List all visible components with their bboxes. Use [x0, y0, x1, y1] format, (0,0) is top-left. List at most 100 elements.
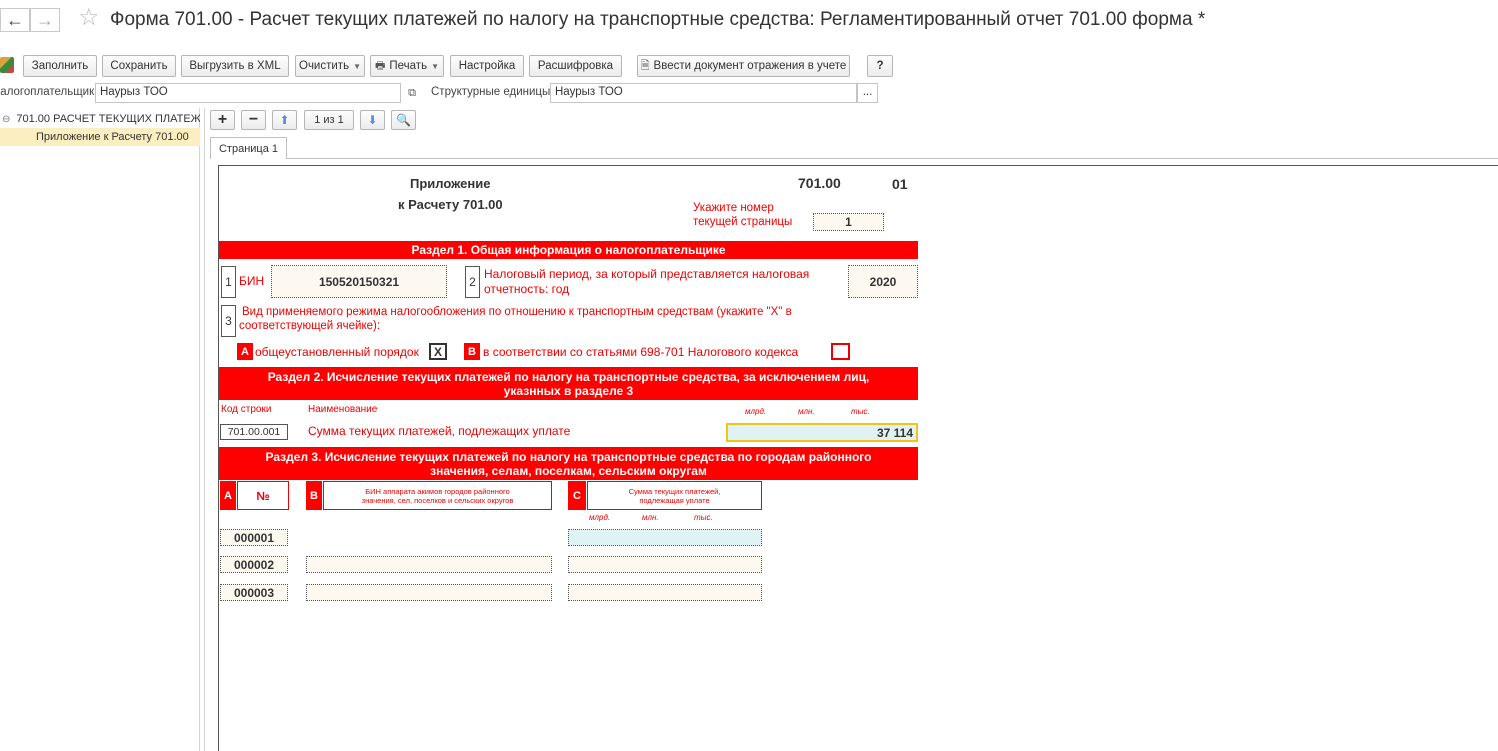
item-2-number: 2 — [465, 266, 480, 298]
tree-item-root[interactable]: ⊖ 701.00 РАСЧЕТ ТЕКУЩИХ ПЛАТЕЖЕЙ — [0, 110, 200, 128]
table-row-sum-input[interactable] — [568, 529, 762, 546]
period-label-line1: Налоговый период, за который представляе… — [484, 267, 810, 281]
option-b-label: в соответствии со статьями 698-701 Налог… — [483, 345, 799, 359]
forward-button[interactable]: → — [30, 8, 60, 32]
col-c-unit-ths: тыс. — [694, 513, 713, 522]
bin-input[interactable]: 150520150321 — [271, 265, 447, 298]
unit-ths: тыс. — [851, 407, 870, 416]
column-c-letter: C — [568, 481, 586, 510]
table-row-bin-input[interactable] — [306, 556, 552, 573]
plus-icon: + — [217, 111, 228, 128]
row-code-header: Код строки — [221, 404, 272, 415]
document-icon: 🗎 — [640, 59, 650, 72]
column-c-header-line2: подлежащая уплате — [639, 495, 710, 505]
help-button[interactable]: ? — [867, 55, 893, 77]
form-code: 701.00 — [798, 175, 841, 191]
column-c-header-line1: Сумма текущих платежей, — [628, 486, 721, 496]
table-row-num: 000002 — [220, 556, 288, 573]
tab-divider — [287, 158, 1498, 159]
bin-label: БИН — [239, 274, 265, 288]
arrow-down-icon: ⬇ — [367, 113, 378, 127]
item-3-number: 3 — [221, 305, 236, 337]
add-page-button[interactable]: + — [210, 110, 235, 130]
clear-button[interactable]: Очистить ▼ — [295, 55, 365, 77]
tree-item-appendix[interactable]: Приложение к Расчету 701.00 — [0, 128, 200, 146]
minus-icon: − — [248, 111, 259, 128]
structural-units-label: Структурные единицы: — [431, 86, 554, 98]
section-2-header-line1: Раздел 2. Исчисление текущих платежей по… — [267, 369, 870, 384]
form-title-line1: Приложение — [410, 176, 491, 191]
chevron-down-icon: ▼ — [353, 61, 361, 71]
page-hint-line1: Укажите номер — [693, 202, 774, 214]
section-2-header-line2: указнных в разделе 3 — [503, 383, 634, 398]
tab-page-1[interactable]: Страница 1 — [210, 137, 287, 159]
section-2-header: Раздел 2. Исчисление текущих платежей по… — [219, 367, 918, 400]
page-down-button[interactable]: ⬇ — [360, 110, 385, 130]
tree-item-root-label: 701.00 РАСЧЕТ ТЕКУЩИХ ПЛАТЕЖЕЙ — [16, 113, 200, 125]
table-row-bin-input[interactable] — [306, 584, 552, 601]
enter-document-button[interactable]: 🗎 Ввести документ отражения в учете — [637, 55, 850, 77]
select-button[interactable]: ... — [857, 83, 878, 103]
structural-units-input[interactable]: Наурыз ТОО — [550, 83, 857, 103]
option-a-checkbox[interactable]: X — [429, 343, 447, 360]
window-title: Форма 701.00 - Расчет текущих платежей п… — [110, 9, 1206, 30]
unit-mln: млн. — [798, 407, 815, 416]
form-number: 01 — [892, 176, 908, 192]
column-c-header: Сумма текущих платежей, подлежащая уплат… — [587, 481, 762, 510]
tree-item-appendix-label: Приложение к Расчету 701.00 — [36, 131, 189, 143]
period-input[interactable]: 2020 — [848, 265, 918, 298]
arrow-left-icon: ← — [6, 9, 24, 30]
decode-button[interactable]: Расшифровка — [529, 55, 622, 77]
back-button[interactable]: ← — [0, 8, 30, 32]
section-3-header: Раздел 3. Исчисление текущих платежей по… — [219, 447, 918, 480]
remove-page-button[interactable]: − — [241, 110, 266, 130]
column-b-header-line1: БИН аппарата акимов городов районного — [365, 486, 510, 496]
option-a-label: общеустановленный порядок — [255, 345, 419, 359]
option-a-letter: A — [237, 343, 253, 360]
regime-label-line1: Вид применяемого режима налогообложения … — [242, 306, 792, 318]
row-value-input[interactable]: 37 114 — [726, 423, 918, 442]
page-up-button[interactable]: ⬆ — [272, 110, 297, 130]
name-header: Наименование — [308, 404, 378, 415]
section-3-header-line1: Раздел 3. Исчисление текущих платежей по… — [265, 449, 872, 464]
chevron-down-icon: ▼ — [431, 61, 439, 71]
column-a-letter: A — [220, 481, 236, 510]
save-button[interactable]: Сохранить — [102, 55, 176, 77]
splitter[interactable] — [204, 108, 205, 751]
open-icon[interactable]: ⧉ — [403, 83, 421, 103]
page-number-input[interactable]: 1 — [813, 213, 884, 231]
main-toolbar: Заполнить Сохранить Выгрузить в XML Очис… — [0, 55, 900, 77]
taxpayer-label: Налогоплательщик: — [0, 86, 98, 98]
table-row-sum-input[interactable] — [568, 556, 762, 573]
row-name: Сумма текущих платежей, подлежащих уплат… — [308, 424, 571, 438]
section-3-header-line2: значения, селам, поселкам, сельским окру… — [430, 463, 707, 478]
page-counter[interactable]: 1 из 1 — [304, 110, 354, 130]
taxpayer-input[interactable]: Наурыз ТОО — [95, 83, 401, 103]
column-b-letter: B — [306, 481, 322, 510]
column-b-header: БИН аппарата акимов городов районного зн… — [323, 481, 552, 510]
arrow-right-icon: → — [36, 9, 54, 30]
sections-tree: ⊖ 701.00 РАСЧЕТ ТЕКУЩИХ ПЛАТЕЖЕЙ Приложе… — [0, 108, 200, 751]
clear-button-label: Очистить — [299, 60, 350, 72]
column-a-header: № — [237, 481, 289, 510]
collapse-icon[interactable]: ⊖ — [2, 114, 10, 125]
section-1-header: Раздел 1. Общая информация о налогоплате… — [219, 241, 918, 259]
period-label-line2: отчетность: год — [484, 282, 570, 296]
fill-button[interactable]: Заполнить — [23, 55, 97, 77]
arrow-up-icon: ⬆ — [279, 113, 290, 127]
option-b-checkbox[interactable] — [831, 343, 850, 360]
export-xml-button[interactable]: Выгрузить в XML — [181, 55, 289, 77]
table-row-sum-input[interactable] — [568, 584, 762, 601]
unit-bln: млрд. — [745, 407, 767, 416]
row-code: 701.00.001 — [220, 424, 288, 440]
print-button[interactable]: 🖶 Печать ▼ — [370, 55, 444, 77]
item-1-number: 1 — [221, 266, 236, 298]
settings-button[interactable]: Настройка — [450, 55, 524, 77]
form-title-line2: к Расчету 701.00 — [398, 197, 503, 212]
print-button-label: Печать — [389, 60, 428, 72]
enter-document-label: Ввести документ отражения в учете — [653, 60, 847, 72]
search-button[interactable]: 🔍 — [391, 110, 416, 130]
table-row-num: 000001 — [220, 529, 288, 546]
favorite-star-icon[interactable]: ☆ — [78, 6, 100, 30]
col-c-unit-mln: млн. — [642, 513, 659, 522]
